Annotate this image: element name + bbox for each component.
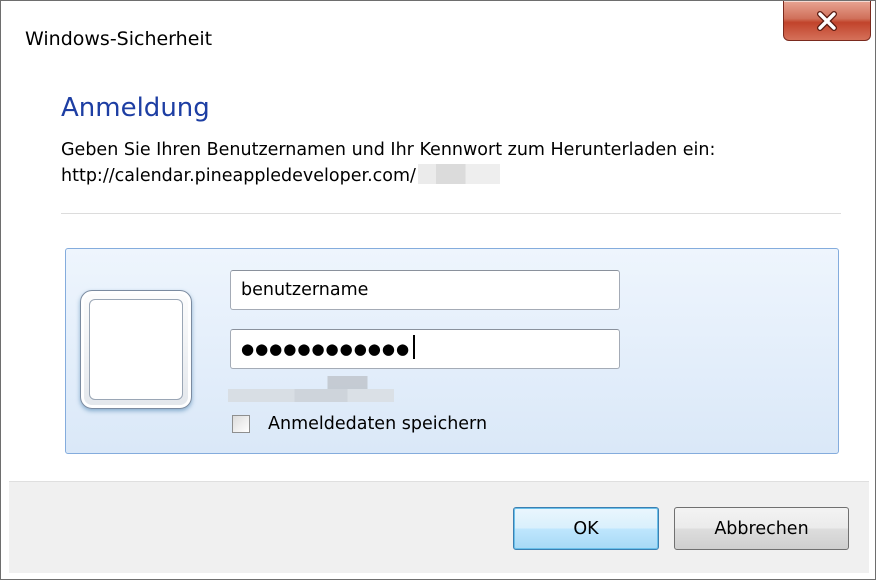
text-caret (413, 335, 416, 359)
server-url: http://calendar.pineappledeveloper.com/ (61, 166, 416, 186)
remember-credentials[interactable]: Anmeldedaten speichern (232, 412, 487, 436)
remember-checkbox[interactable] (232, 415, 250, 433)
ok-button[interactable]: OK (513, 507, 659, 550)
credential-dialog: Windows-Sicherheit Anmeldung Geben Sie I… (0, 0, 876, 580)
redacted-domain-text (228, 376, 394, 402)
dialog-description: Geben Sie Ihren Benutzernamen und Ihr Ke… (61, 137, 861, 189)
username-value: benutzername (241, 280, 369, 300)
separator-line (61, 213, 841, 214)
close-button[interactable] (783, 1, 871, 41)
username-input[interactable]: benutzername (230, 270, 620, 310)
dialog-heading: Anmeldung (61, 93, 210, 123)
button-bar: OK Abbrechen (9, 481, 869, 573)
password-mask: ●●●●●●●●●●●● (241, 340, 411, 358)
server-url-line: http://calendar.pineappledeveloper.com/ (61, 163, 861, 189)
credential-panel: benutzername ●●●●●●●●●●●● Anmeldedaten s… (65, 248, 839, 454)
remember-label[interactable]: Anmeldedaten speichern (268, 414, 487, 434)
close-x-icon (817, 10, 837, 31)
description-text: Geben Sie Ihren Benutzernamen und Ihr Ke… (61, 140, 716, 160)
user-tile-icon (80, 290, 192, 409)
user-tile-frame (89, 299, 183, 400)
dialog-content: Anmeldung Geben Sie Ihren Benutzernamen … (9, 67, 869, 481)
cancel-button[interactable]: Abbrechen (674, 507, 849, 550)
window-title: Windows-Sicherheit (25, 28, 213, 50)
redacted-url-part (417, 164, 500, 184)
title-bar[interactable]: Windows-Sicherheit (1, 1, 875, 67)
password-input[interactable]: ●●●●●●●●●●●● (230, 329, 620, 369)
